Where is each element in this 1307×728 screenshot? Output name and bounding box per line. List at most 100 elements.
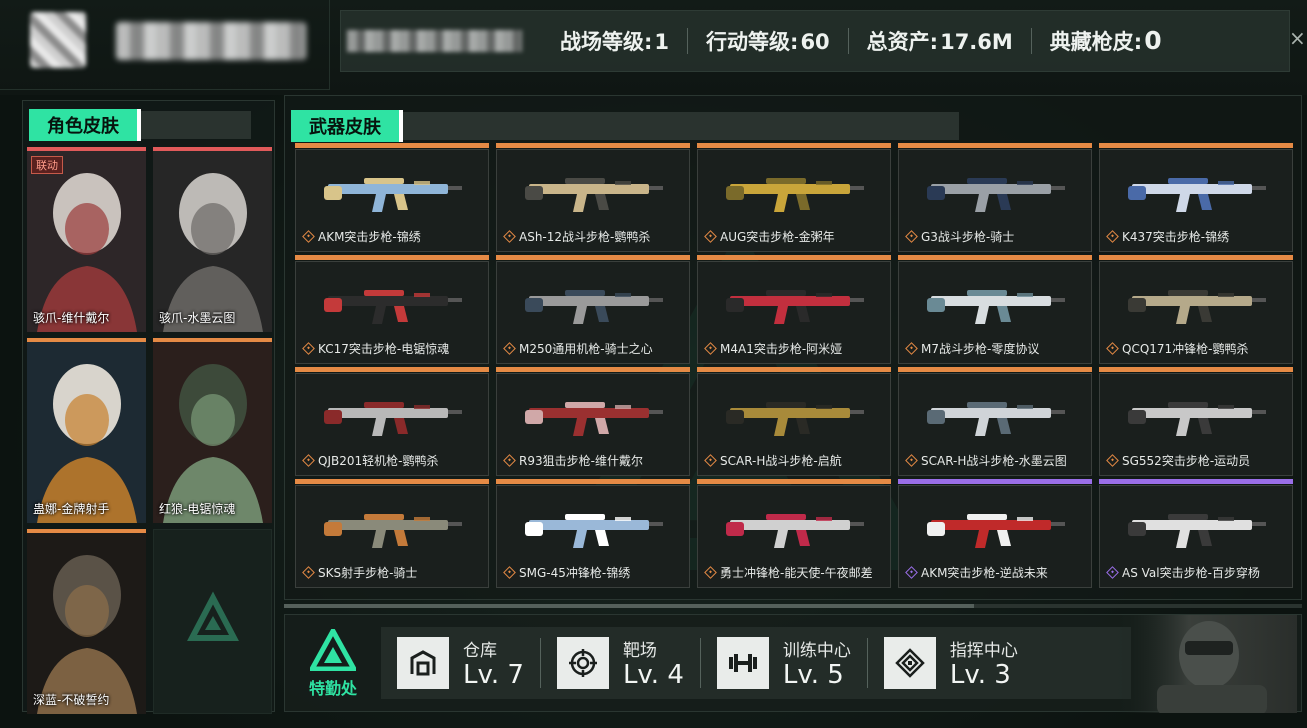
rarity-bar bbox=[898, 479, 1092, 484]
weapon-skin-label: K437突击步枪-锦绣 bbox=[1106, 228, 1229, 245]
character-grid: 联动 骇爪-维什戴尔 骇爪-水墨云图蛊娜-金牌射手 红狼-电锯惊魂深蓝-不破誓约 bbox=[27, 147, 273, 714]
rarity-diamond-icon bbox=[704, 230, 717, 243]
character-skin-card[interactable]: 蛊娜-金牌射手 bbox=[27, 338, 146, 523]
facility-warehouse[interactable]: 仓库 Lv. 7 bbox=[381, 636, 540, 690]
player-name-redacted bbox=[116, 22, 306, 60]
weapon-image bbox=[525, 514, 663, 548]
weapon-skin-name: R93狙击步枪-维什戴尔 bbox=[519, 454, 643, 468]
header-track bbox=[403, 112, 959, 140]
facility-name: 靶场 bbox=[622, 641, 657, 662]
weapon-image bbox=[927, 514, 1065, 548]
facility-dumbbell[interactable]: 训练中心 Lv. 5 bbox=[701, 636, 867, 690]
weapon-skin-card[interactable]: ASh-12战斗步枪-鹦鸭杀 bbox=[496, 143, 690, 252]
rarity-diamond-icon bbox=[503, 454, 516, 467]
weapon-skin-card[interactable]: QJB201轻机枪-鹦鸭杀 bbox=[295, 367, 489, 476]
weapon-skin-card[interactable]: G3战斗步枪-骑士 bbox=[898, 143, 1092, 252]
facility-level: Lv. 5 bbox=[782, 660, 844, 691]
weapon-skin-card[interactable]: M4A1突击步枪-阿米娅 bbox=[697, 255, 891, 364]
weapon-skin-card[interactable]: SCAR-H战斗步枪-启航 bbox=[697, 367, 891, 476]
rarity-diamond-icon bbox=[302, 566, 315, 579]
scrollbar-thumb[interactable] bbox=[284, 604, 974, 608]
character-skin-card[interactable]: 深蓝-不破誓约 bbox=[27, 529, 146, 714]
weapon-skins-header: 武器皮肤 bbox=[291, 110, 959, 142]
weapon-skin-label: M250通用机枪-骑士之心 bbox=[503, 340, 653, 357]
special-ops-bar: 特勤处 仓库 Lv. 7 靶场 Lv. 4 训练中心 Lv. 5 指挥中心 Lv. 3 bbox=[284, 614, 1302, 713]
weapon-skin-card[interactable]: SKS射手步枪-骑士 bbox=[295, 479, 489, 588]
close-icon[interactable]: × bbox=[1289, 26, 1307, 50]
rarity-bar bbox=[898, 255, 1092, 260]
weapon-image bbox=[525, 290, 663, 324]
weapon-image bbox=[927, 290, 1065, 324]
stat-label: 战场等级: bbox=[560, 30, 653, 54]
facility-name: 指挥中心 bbox=[949, 641, 1018, 662]
empty-character-slot bbox=[153, 529, 272, 714]
weapon-skin-card[interactable]: K437突击步枪-锦绣 bbox=[1099, 143, 1293, 252]
dumbbell-icon bbox=[716, 637, 769, 689]
player-card bbox=[0, 0, 330, 90]
weapon-skin-card[interactable]: SCAR-H战斗步枪-水墨云图 bbox=[898, 367, 1092, 476]
weapon-skin-card[interactable]: AS Val突击步枪-百步穿杨 bbox=[1099, 479, 1293, 588]
character-skin-card[interactable]: 骇爪-水墨云图 bbox=[153, 147, 272, 332]
hq-button[interactable]: 特勤处 bbox=[285, 615, 381, 713]
weapon-skin-card[interactable]: KC17突击步枪-电锯惊魂 bbox=[295, 255, 489, 364]
weapon-skin-name: SKS射手步枪-骑士 bbox=[318, 566, 418, 580]
facility-command[interactable]: 指挥中心 Lv. 3 bbox=[868, 636, 1034, 690]
character-skins-header: 角色皮肤 bbox=[29, 109, 251, 141]
stat-label: 总资产: bbox=[866, 30, 939, 54]
player-id-redacted bbox=[347, 30, 522, 52]
weapon-skin-card[interactable]: M250通用机枪-骑士之心 bbox=[496, 255, 690, 364]
command-icon bbox=[883, 637, 936, 689]
weapon-image bbox=[324, 178, 462, 212]
weapon-skin-label: 勇士冲锋枪-能天使-午夜邮差 bbox=[704, 564, 873, 581]
weapon-image bbox=[927, 178, 1065, 212]
facility-level: Lv. 4 bbox=[622, 660, 684, 691]
rarity-diamond-icon bbox=[1106, 342, 1119, 355]
facility-text: 指挥中心 Lv. 3 bbox=[950, 636, 1018, 690]
character-skin-label: 骇爪-水墨云图 bbox=[159, 311, 236, 325]
character-portrait bbox=[27, 151, 146, 332]
weapon-skin-label: SCAR-H战斗步枪-水墨云图 bbox=[905, 452, 1067, 469]
weapon-skin-card[interactable]: AKM突击步枪-逆战未来 bbox=[898, 479, 1092, 588]
weapon-skin-label: SKS射手步枪-骑士 bbox=[302, 564, 418, 581]
weapon-skin-name: AUG突击步枪-金粥年 bbox=[720, 230, 835, 244]
stat-operation-level: 行动等级: 60 bbox=[688, 26, 848, 56]
weapon-skin-name: SCAR-H战斗步枪-启航 bbox=[720, 454, 842, 468]
empty-slot-logo-icon bbox=[187, 591, 239, 641]
character-skin-card[interactable]: 红狼-电锯惊魂 bbox=[153, 338, 272, 523]
weapon-skin-card[interactable]: SG552突击步枪-运动员 bbox=[1099, 367, 1293, 476]
scrollbar-track[interactable] bbox=[974, 604, 1302, 608]
rarity-bar bbox=[697, 255, 891, 260]
weapon-skin-card[interactable]: QCQ171冲锋枪-鹦鸭杀 bbox=[1099, 255, 1293, 364]
weapon-skin-label: R93狙击步枪-维什戴尔 bbox=[503, 452, 643, 469]
rarity-bar bbox=[496, 143, 690, 148]
collab-badge: 联动 bbox=[31, 156, 63, 174]
weapon-skin-label: M7战斗步枪-零度协议 bbox=[905, 340, 1039, 357]
rarity-diamond-icon bbox=[905, 566, 918, 579]
weapon-skin-card[interactable]: SMG-45冲锋枪-锦绣 bbox=[496, 479, 690, 588]
character-skin-card[interactable]: 联动 骇爪-维什戴尔 bbox=[27, 147, 146, 332]
weapon-image bbox=[324, 290, 462, 324]
weapon-skin-card[interactable]: R93狙击步枪-维什戴尔 bbox=[496, 367, 690, 476]
weapon-skin-card[interactable]: AUG突击步枪-金粥年 bbox=[697, 143, 891, 252]
rarity-diamond-icon bbox=[302, 230, 315, 243]
rarity-bar bbox=[898, 367, 1092, 372]
facility-text: 靶场 Lv. 4 bbox=[623, 636, 684, 690]
weapon-skin-name: G3战斗步枪-骑士 bbox=[921, 230, 1015, 244]
character-skin-label: 深蓝-不破誓约 bbox=[33, 693, 110, 707]
character-skin-label: 红狼-电锯惊魂 bbox=[159, 502, 236, 516]
stat-collection-skins: 典藏枪皮: 0 bbox=[1032, 26, 1180, 56]
character-portrait bbox=[153, 151, 272, 332]
weapon-skin-name: QJB201轻机枪-鹦鸭杀 bbox=[318, 454, 439, 468]
weapon-skin-name: SMG-45冲锋枪-锦绣 bbox=[519, 566, 631, 580]
facility-name: 仓库 bbox=[463, 641, 497, 662]
stat-value: 1 bbox=[654, 30, 670, 54]
character-skin-label: 蛊娜-金牌射手 bbox=[33, 502, 110, 516]
weapon-skin-card[interactable]: M7战斗步枪-零度协议 bbox=[898, 255, 1092, 364]
weapon-skin-card[interactable]: AKM突击步枪-锦绣 bbox=[295, 143, 489, 252]
weapon-skin-card[interactable]: 勇士冲锋枪-能天使-午夜邮差 bbox=[697, 479, 891, 588]
weapon-image bbox=[726, 290, 864, 324]
stat-value: 17.6M bbox=[940, 30, 1013, 54]
weapon-image bbox=[324, 514, 462, 548]
facility-target[interactable]: 靶场 Lv. 4 bbox=[541, 636, 700, 690]
stat-label: 行动等级: bbox=[706, 30, 799, 54]
